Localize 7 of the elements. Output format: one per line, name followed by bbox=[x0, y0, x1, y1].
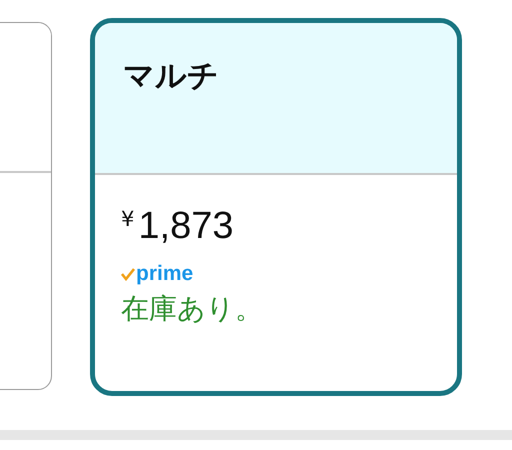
option-title: マルチ bbox=[123, 58, 219, 94]
prime-label: prime bbox=[136, 262, 194, 286]
currency-symbol: ¥ bbox=[121, 207, 134, 231]
option-card[interactable]: マルチ ¥1,873 prime 在庫あり。 bbox=[90, 18, 462, 396]
availability: 在庫あり。 bbox=[121, 291, 264, 327]
price: 1,873 bbox=[138, 205, 234, 248]
check-icon bbox=[121, 267, 135, 281]
